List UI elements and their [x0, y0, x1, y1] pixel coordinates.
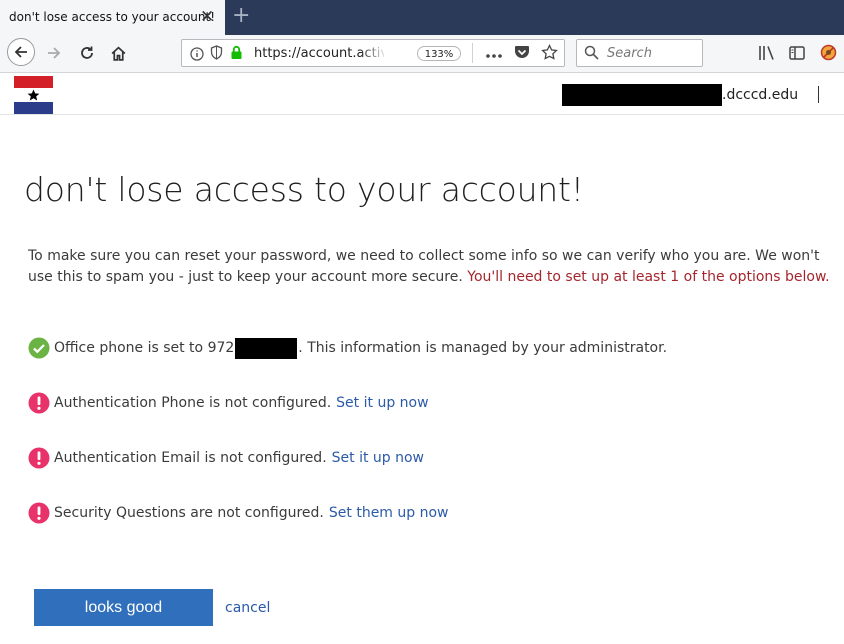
- info-icon[interactable]: [190, 46, 204, 65]
- addon-blocked-icon[interactable]: [820, 44, 837, 65]
- list-item: Authentication Email is not configured. S…: [28, 446, 424, 470]
- reload-button[interactable]: [77, 44, 97, 62]
- intro-paragraph: To make sure you can reset your password…: [28, 246, 834, 288]
- item-status-text: Authentication Phone is not configured.: [54, 395, 332, 411]
- checkmark-circle-icon: [28, 337, 50, 359]
- office-phone-suffix: . This information is managed by your ad…: [298, 340, 668, 356]
- setup-auth-email-link[interactable]: Set it up now: [332, 450, 424, 466]
- arrow-left-icon: [14, 46, 27, 58]
- search-icon: [584, 45, 599, 64]
- home-icon: [111, 46, 125, 61]
- setup-security-questions-link[interactable]: Set them up now: [329, 505, 449, 521]
- library-icon[interactable]: [758, 45, 775, 65]
- new-tab-icon[interactable]: +: [232, 3, 250, 29]
- office-phone-row: Office phone is set to 972 . This informa…: [28, 336, 667, 360]
- url-fade: [360, 44, 388, 62]
- back-button[interactable]: [7, 38, 35, 66]
- bookmark-star-icon[interactable]: [541, 43, 558, 65]
- cancel-link[interactable]: cancel: [225, 600, 270, 616]
- sidebar-icon[interactable]: [789, 45, 805, 65]
- page-title: don't lose access to your account!: [24, 170, 584, 209]
- redacted-phone-number: [235, 337, 298, 359]
- alert-circle-icon: [28, 392, 50, 414]
- alert-circle-icon: [28, 447, 50, 469]
- arrow-right-icon: [48, 47, 61, 59]
- tab-title: don't lose access to your account!: [9, 10, 216, 24]
- page-actions-icon[interactable]: [485, 47, 503, 66]
- zoom-level-badge[interactable]: 133%: [417, 46, 461, 61]
- url-separator: [472, 43, 473, 63]
- office-phone-prefix: Office phone is set to 972: [54, 340, 235, 356]
- alert-circle-icon: [28, 502, 50, 524]
- list-item: Security Questions are not configured. Se…: [28, 501, 449, 525]
- search-placeholder: Search: [607, 46, 652, 61]
- reload-icon: [81, 46, 93, 59]
- redacted-username: [562, 84, 722, 106]
- intro-warning: You'll need to set up at least 1 of the …: [467, 269, 830, 285]
- shield-icon[interactable]: [210, 45, 223, 64]
- account-domain: .dcccd.edu: [722, 87, 799, 103]
- pocket-icon[interactable]: [514, 45, 530, 64]
- forward-button[interactable]: [44, 44, 64, 62]
- organization-logo: [14, 76, 53, 114]
- list-item: Authentication Phone is not configured. S…: [28, 391, 429, 415]
- tab-close-icon[interactable]: ✕: [200, 7, 214, 27]
- header-divider: [818, 86, 819, 103]
- home-button[interactable]: [108, 43, 128, 63]
- item-status-text: Security Questions are not configured.: [54, 505, 324, 521]
- setup-auth-phone-link[interactable]: Set it up now: [336, 395, 428, 411]
- item-status-text: Authentication Email is not configured.: [54, 450, 327, 466]
- lock-icon[interactable]: [230, 45, 243, 64]
- looks-good-button[interactable]: looks good: [34, 589, 213, 626]
